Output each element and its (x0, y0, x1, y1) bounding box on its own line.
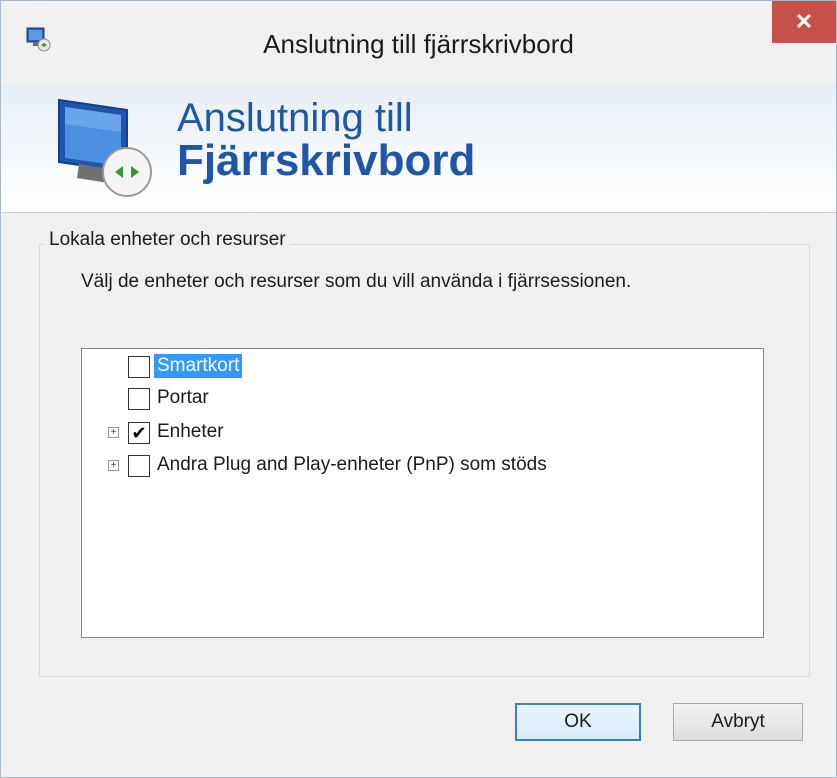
group-description: Välj de enheter och resurser som du vill… (81, 271, 632, 292)
tree-item-enheter[interactable]: + ✔ Enheter (82, 419, 762, 447)
remote-desktop-monitor-icon (58, 98, 152, 197)
tree-item-pnp[interactable]: + Andra Plug and Play-enheter (PnP) som … (82, 452, 762, 480)
tree-item-label[interactable]: Smartkort (154, 354, 243, 378)
close-button[interactable]: ✕ (772, 1, 836, 43)
window-title: Anslutning till fjärrskrivbord (263, 29, 574, 59)
ok-button[interactable]: OK (515, 703, 641, 741)
tree-item-label[interactable]: Portar (154, 386, 212, 410)
expand-plus-icon[interactable]: + (108, 427, 119, 438)
dialog-window: Anslutning till fjärrskrivbord ✕ Anslutn… (0, 0, 837, 778)
checkbox[interactable] (128, 356, 150, 378)
checkbox[interactable] (128, 455, 150, 477)
checkbox[interactable]: ✔ (128, 422, 150, 444)
header-banner: Anslutning till Fjärrskrivbord (1, 84, 836, 213)
tree-item-label[interactable]: Enheter (154, 420, 227, 444)
tree-item-smartkort[interactable]: Smartkort (82, 353, 762, 381)
banner-title-line2: Fjärrskrivbord (177, 136, 476, 185)
checkbox[interactable] (128, 388, 150, 410)
tree-item-portar[interactable]: Portar (82, 385, 762, 413)
group-legend: Lokala enheter och resurser (45, 229, 290, 251)
title-bar[interactable]: Anslutning till fjärrskrivbord ✕ (1, 1, 836, 84)
banner-title-line1: Anslutning till (177, 96, 413, 140)
cancel-button[interactable]: Avbryt (673, 703, 803, 741)
resources-tree[interactable]: Smartkort Portar + ✔ Enheter + Andra Plu… (81, 348, 764, 638)
expand-plus-icon[interactable]: + (108, 460, 119, 471)
tree-item-label[interactable]: Andra Plug and Play-enheter (PnP) som st… (154, 453, 550, 477)
